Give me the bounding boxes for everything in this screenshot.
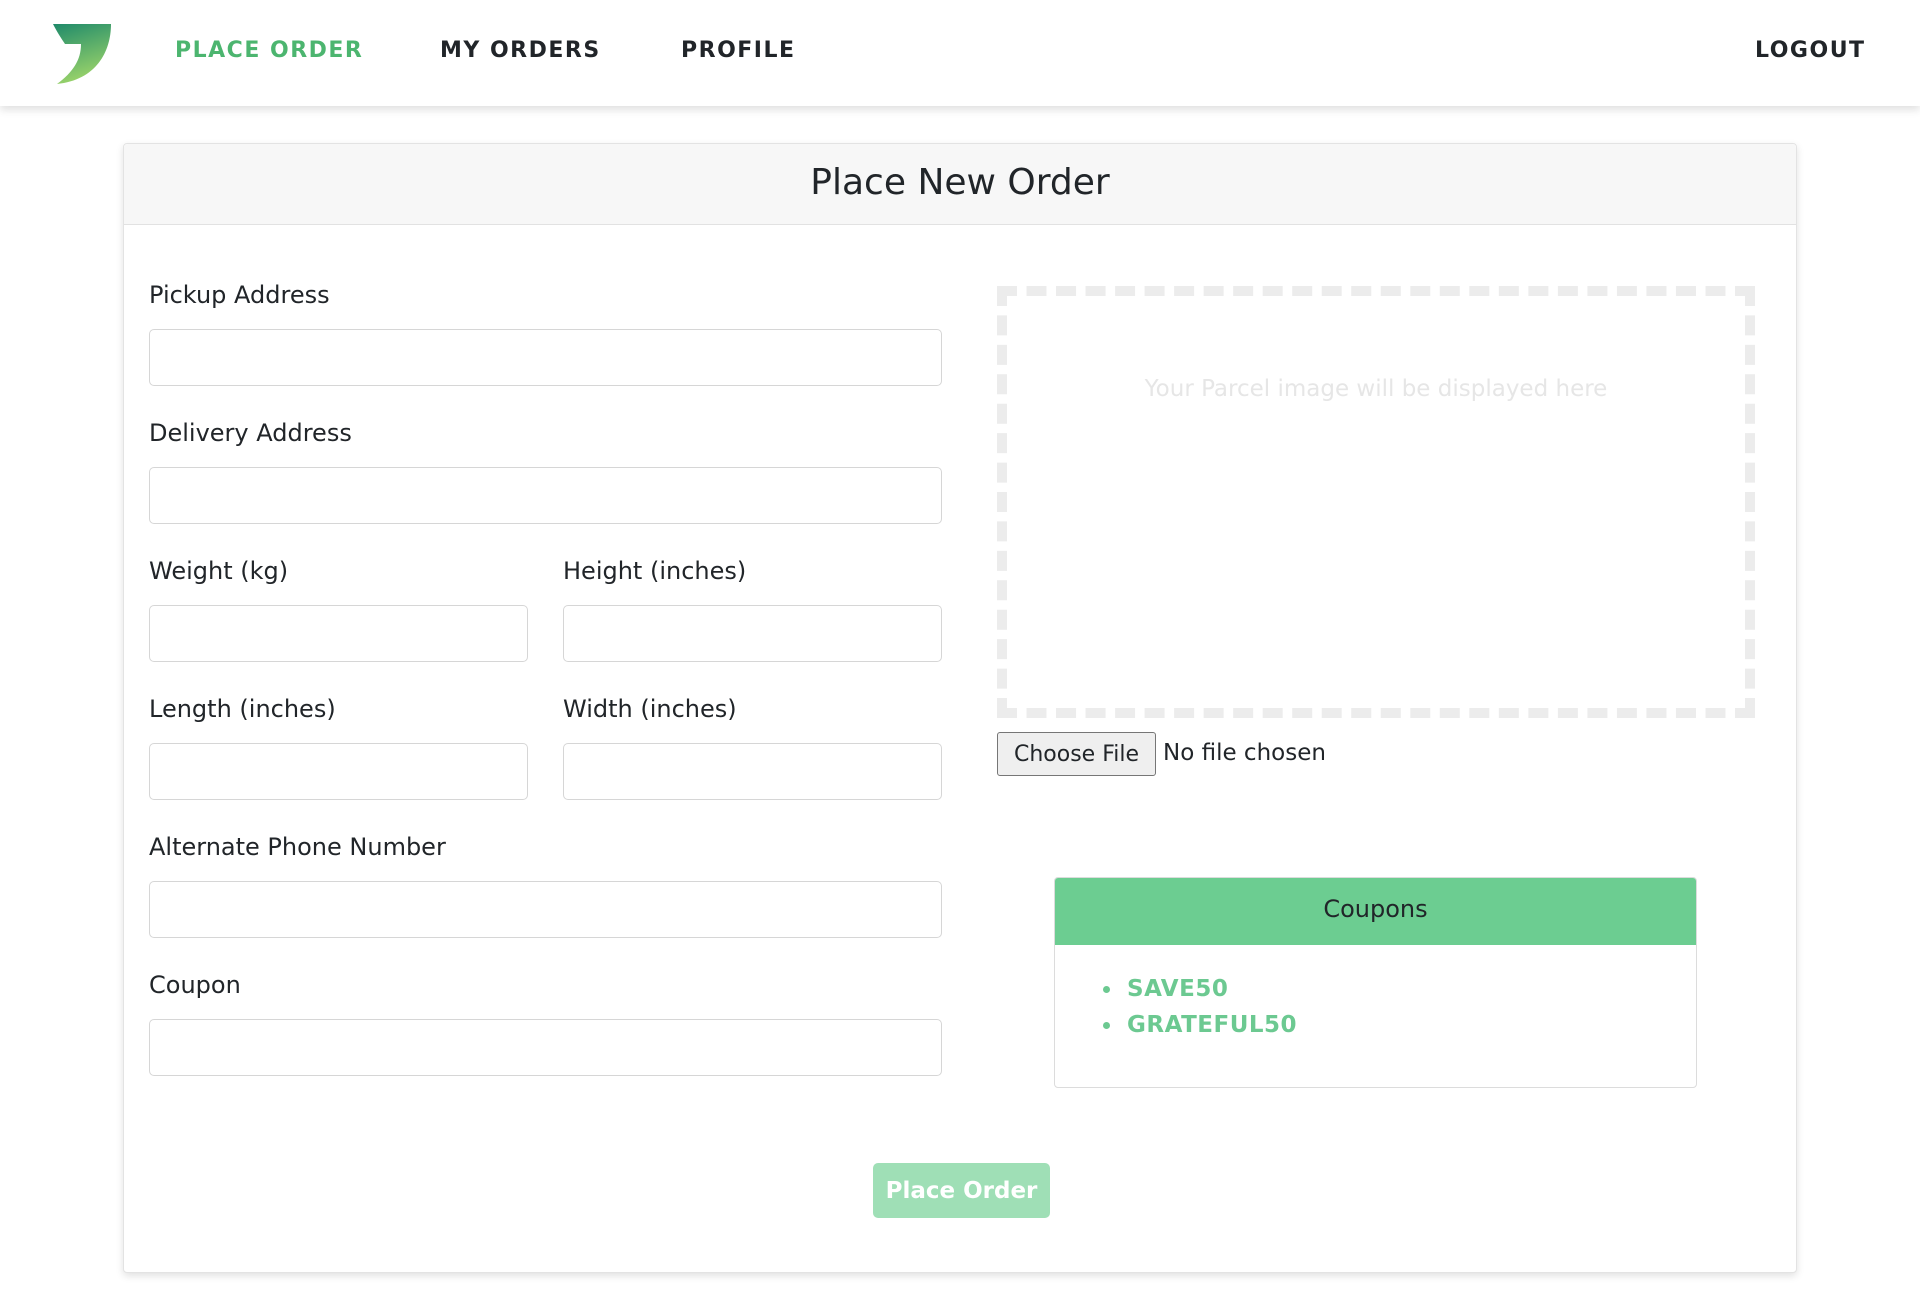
coupons-header: Coupons xyxy=(1055,878,1696,945)
length-input[interactable] xyxy=(149,743,528,800)
coupon-label: Coupon xyxy=(149,971,241,999)
weight-input[interactable] xyxy=(149,605,528,662)
nav-profile[interactable]: PROFILE xyxy=(681,38,796,63)
coupon-item: SAVE50 xyxy=(1103,971,1696,1007)
bullet-icon xyxy=(1103,1022,1110,1029)
weight-label: Weight (kg) xyxy=(149,557,289,585)
delivery-address-input[interactable] xyxy=(149,467,942,524)
order-card: Place New Order Pickup Address Delivery … xyxy=(123,143,1797,1273)
leaf-logo-icon[interactable] xyxy=(51,22,113,84)
bullet-icon xyxy=(1103,986,1110,993)
alternate-phone-label: Alternate Phone Number xyxy=(149,833,446,861)
page-title: Place New Order xyxy=(810,162,1110,203)
height-label: Height (inches) xyxy=(563,557,747,585)
image-placeholder-text: Your Parcel image will be displayed here xyxy=(1144,376,1608,402)
coupon-item: GRATEFUL50 xyxy=(1103,1007,1696,1043)
pickup-address-label: Pickup Address xyxy=(149,281,330,309)
width-input[interactable] xyxy=(563,743,942,800)
alternate-phone-input[interactable] xyxy=(149,881,942,938)
place-order-button[interactable]: Place Order xyxy=(873,1163,1050,1218)
delivery-address-label: Delivery Address xyxy=(149,419,352,447)
coupon-input[interactable] xyxy=(149,1019,942,1076)
top-navbar: PLACE ORDER MY ORDERS PROFILE LOGOUT xyxy=(0,0,1920,106)
coupon-code: GRATEFUL50 xyxy=(1127,1012,1298,1038)
logout-link[interactable]: LOGOUT xyxy=(1755,38,1866,63)
width-label: Width (inches) xyxy=(563,695,737,723)
coupon-code: SAVE50 xyxy=(1127,976,1229,1002)
nav-place-order[interactable]: PLACE ORDER xyxy=(175,38,363,63)
choose-file-button[interactable]: Choose File xyxy=(997,732,1156,776)
card-header: Place New Order xyxy=(124,144,1796,225)
height-input[interactable] xyxy=(563,605,942,662)
coupons-panel: Coupons SAVE50 GRATEFUL50 xyxy=(1054,877,1697,1088)
coupon-list: SAVE50 GRATEFUL50 xyxy=(1055,971,1696,1043)
pickup-address-input[interactable] xyxy=(149,329,942,386)
length-label: Length (inches) xyxy=(149,695,336,723)
file-status-text: No file chosen xyxy=(1163,740,1326,766)
parcel-image-preview: Your Parcel image will be displayed here xyxy=(997,286,1755,718)
coupons-title: Coupons xyxy=(1323,895,1428,923)
nav-my-orders[interactable]: MY ORDERS xyxy=(440,38,601,63)
